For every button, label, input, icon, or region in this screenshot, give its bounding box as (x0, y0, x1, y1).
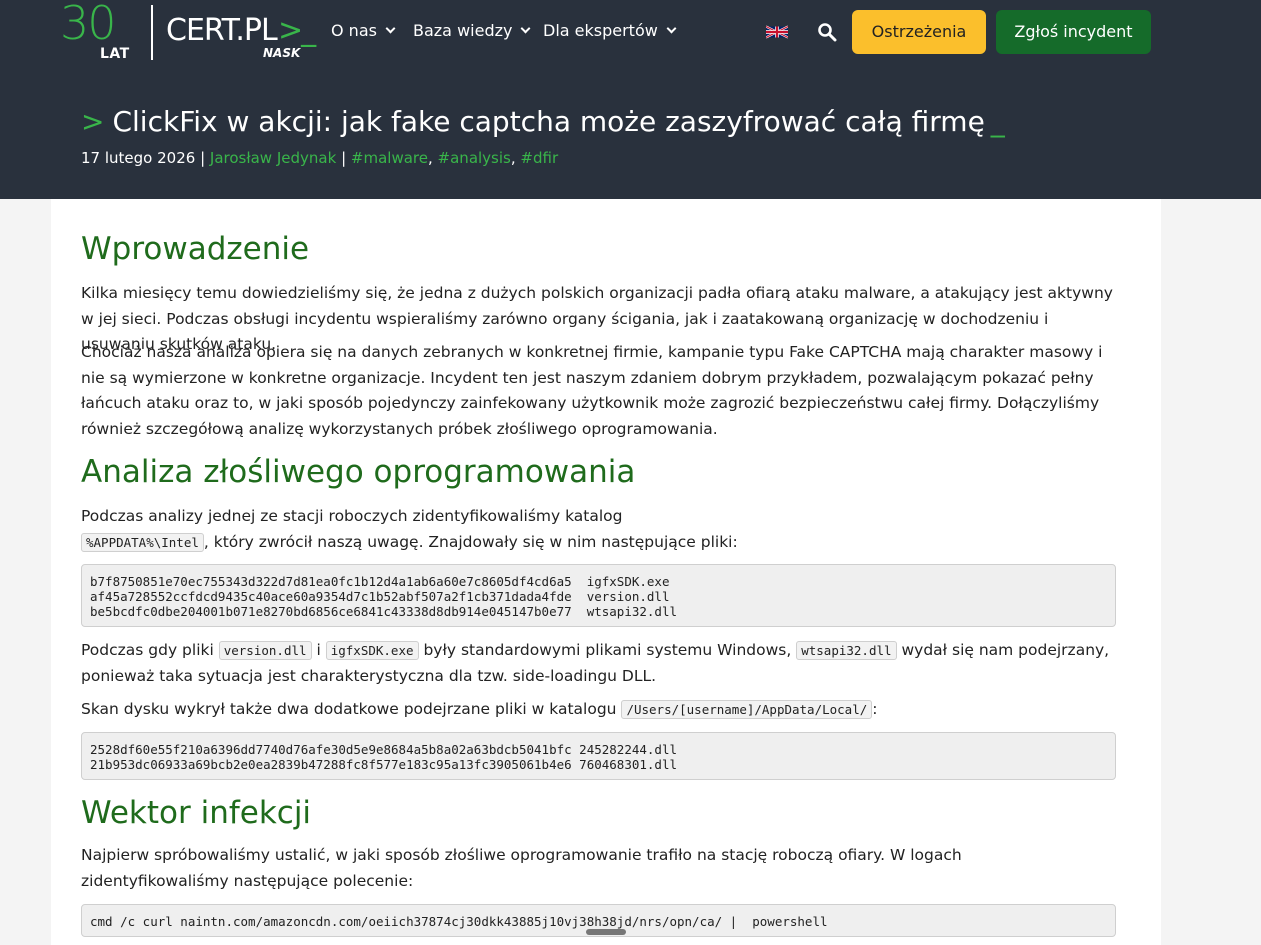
logo-nask: NASK (263, 46, 301, 60)
logo-divider (151, 5, 153, 60)
tag-link-dfir[interactable]: #dfir (520, 149, 558, 167)
uk-flag-icon[interactable] (766, 25, 788, 39)
analysis-paragraph-1: Podczas analizy jednej ze stacji roboczy… (81, 504, 1101, 555)
title-prompt: > (81, 105, 105, 138)
article-date: 17 lutego 2026 (81, 149, 196, 167)
nav-item-dla-ekspertow[interactable]: Dla ekspertów (543, 20, 677, 42)
site-header: 30 LAT CERT.PL >_ NASK O nas Baza wiedzy… (0, 0, 1261, 199)
report-incident-button[interactable]: Zgłoś incydent (996, 10, 1151, 54)
chevron-down-icon (385, 23, 396, 34)
inline-code-wtsapi32: wtsapi32.dll (796, 641, 897, 660)
text: były standardowymi plikami systemu Windo… (423, 641, 792, 659)
logo-30: 30 (60, 0, 117, 50)
warnings-button[interactable]: Ostrzeżenia (852, 10, 986, 54)
heading-infection-vector: Wektor infekcji (81, 795, 312, 831)
title-text: ClickFix w akcji: jak fake captcha może … (112, 105, 985, 138)
nav-label: O nas (331, 21, 377, 40)
text: : (872, 700, 878, 718)
code-block-hashes-1: b7f8750851e70ec755343d322d7d81ea0fc1b12d… (81, 564, 1116, 627)
horizontal-scrollbar-thumb[interactable] (586, 929, 626, 935)
logo-lat: LAT (100, 46, 130, 62)
inline-code-appdata-local: /Users/[username]/AppData/Local/ (621, 700, 873, 719)
heading-analysis: Analiza złośliwego oprogramowania (81, 454, 636, 490)
tag-link-analysis[interactable]: #analysis (438, 149, 511, 167)
inline-code-version-dll: version.dll (218, 641, 312, 660)
cert-logo[interactable]: CERT.PL >_ NASK (166, 14, 316, 62)
nav-item-o-nas[interactable]: O nas (331, 20, 396, 42)
anniversary-logo[interactable]: 30 LAT (60, 0, 140, 62)
heading-intro: Wprowadzenie (81, 231, 310, 267)
inline-code-appdata: %APPDATA%\Intel (81, 532, 204, 552)
chevron-down-icon (666, 23, 677, 34)
chevron-down-icon (521, 23, 531, 34)
nav-item-baza-wiedzy[interactable]: Baza wiedzy (413, 20, 531, 42)
code-block-hashes-2: 2528df60e55f210a6396dd7740d76afe30d5e9e8… (81, 732, 1116, 780)
article-title: > ClickFix w akcji: jak fake captcha może… (81, 104, 1005, 140)
article-author-link[interactable]: Jarosław Jedynak (210, 149, 336, 167)
intro-paragraph-2: Chociaż nasza analiza opiera się na dany… (81, 343, 1103, 438)
tag-link-malware[interactable]: #malware (351, 149, 428, 167)
logo-cert-text: CERT.PL (166, 13, 278, 48)
nav-label: Dla ekspertów (543, 21, 658, 40)
text: i (316, 641, 321, 659)
nav-label: Baza wiedzy (413, 21, 513, 40)
inline-code-igfxsdk: igfxSDK.exe (325, 641, 419, 660)
vector-paragraph-1: Najpierw spróbowaliśmy ustalić, w jaki s… (81, 846, 962, 890)
analysis-paragraph-2: Podczas gdy pliki version.dll i igfxSDK.… (81, 638, 1121, 689)
title-cursor: _ (990, 105, 1005, 138)
text: , który zwrócił naszą uwagę. Znajdowały … (203, 532, 738, 551)
text: Podczas analizy jednej ze stacji roboczy… (81, 507, 623, 525)
meta-separator: | (200, 149, 206, 167)
article-meta: 17 lutego 2026 | Jarosław Jedynak | #mal… (81, 149, 559, 167)
meta-separator: | (341, 149, 347, 167)
search-icon[interactable] (817, 22, 837, 42)
article-body: Wprowadzenie Kilka miesięcy temu dowiedz… (51, 199, 1161, 945)
text: Skan dysku wykrył także dwa dodatkowe po… (81, 700, 617, 718)
analysis-paragraph-3: Skan dysku wykrył także dwa dodatkowe po… (81, 697, 1121, 723)
logo-prompt: >_ (278, 13, 316, 48)
text: Podczas gdy pliki (81, 641, 214, 659)
